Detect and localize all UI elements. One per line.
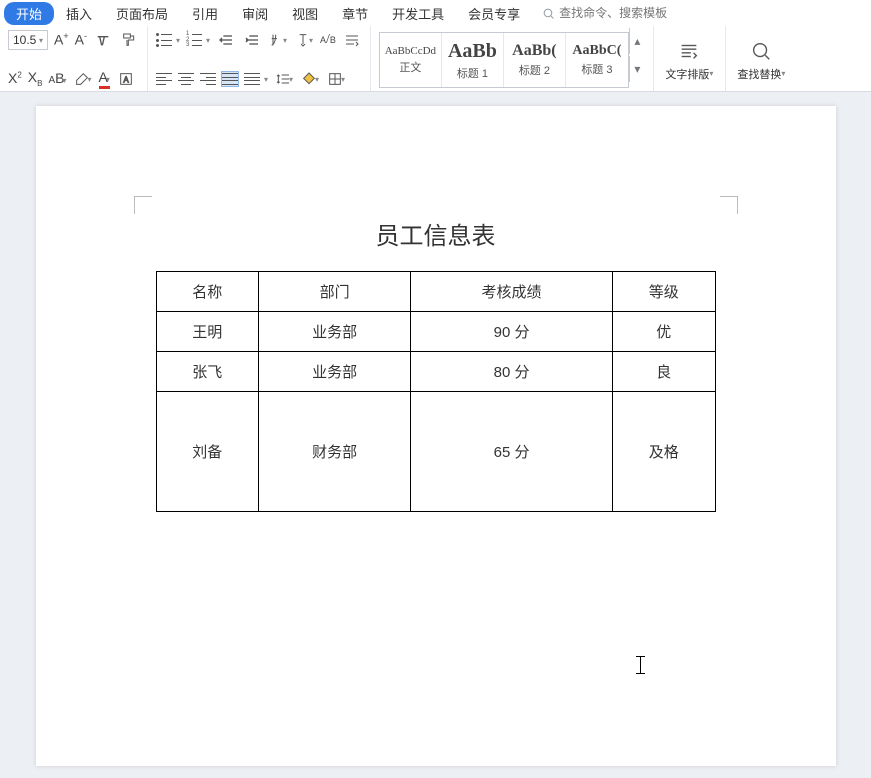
font-size-value: 10.5 bbox=[13, 33, 36, 47]
document-title[interactable]: 员工信息表 bbox=[136, 216, 736, 251]
table-cell[interactable]: 张飞 bbox=[156, 352, 259, 392]
search-box[interactable] bbox=[542, 6, 699, 20]
shading-button[interactable]: ▾ bbox=[300, 69, 320, 89]
table-row[interactable]: 张飞 业务部 80 分 良 bbox=[156, 352, 715, 392]
margin-corner-tr bbox=[720, 196, 738, 214]
subscript-button[interactable]: XB bbox=[28, 70, 43, 88]
highlight-button[interactable]: ▾ bbox=[73, 69, 93, 89]
table-cell[interactable]: 财务部 bbox=[259, 392, 411, 512]
margin-corner-tl bbox=[134, 196, 152, 214]
table-cell[interactable]: 优 bbox=[612, 312, 715, 352]
table-header-cell[interactable]: 部门 bbox=[259, 272, 411, 312]
chevron-down-icon: ▾ bbox=[176, 36, 180, 45]
style-normal[interactable]: AaBbCcDd 正文 bbox=[380, 33, 442, 87]
tab-insert[interactable]: 插入 bbox=[54, 1, 104, 26]
align-justify-button[interactable] bbox=[222, 72, 238, 86]
tab-view[interactable]: 视图 bbox=[280, 1, 330, 26]
font-color-button[interactable]: A▾ bbox=[99, 70, 110, 89]
chevron-down-icon: ▾ bbox=[781, 69, 785, 78]
table-row[interactable]: 刘备 财务部 65 分 及格 bbox=[156, 392, 715, 512]
chevron-down-icon: ▾ bbox=[39, 36, 43, 45]
tab-chapter[interactable]: 章节 bbox=[330, 1, 380, 26]
number-list-button[interactable]: 123 bbox=[186, 33, 202, 47]
tab-reference[interactable]: 引用 bbox=[180, 1, 230, 26]
table-header-row[interactable]: 名称 部门 考核成绩 等级 bbox=[156, 272, 715, 312]
find-group: 查找替换▾ bbox=[726, 26, 797, 91]
table-row[interactable]: 王明 业务部 90 分 优 bbox=[156, 312, 715, 352]
align-distribute-button[interactable] bbox=[244, 72, 260, 86]
text-layout-button[interactable]: 文字排版▾ bbox=[662, 38, 717, 82]
document-canvas[interactable]: 员工信息表 名称 部门 考核成绩 等级 王明 业务部 90 分 优 张飞 业务部… bbox=[0, 92, 871, 778]
table-cell[interactable]: 业务部 bbox=[259, 312, 411, 352]
format-painter-button[interactable] bbox=[119, 30, 139, 50]
search-icon bbox=[542, 7, 555, 20]
chevron-down-icon: ▾ bbox=[206, 36, 210, 45]
font-group: 10.5 ▾ A+ A- X2 XB AB▾ ▾ A▾ A bbox=[0, 26, 148, 91]
font-size-selector[interactable]: 10.5 ▾ bbox=[8, 30, 48, 50]
document-page[interactable]: 员工信息表 名称 部门 考核成绩 等级 王明 业务部 90 分 优 张飞 业务部… bbox=[36, 106, 836, 766]
style-gallery-more-button[interactable]: ▾ bbox=[629, 56, 645, 82]
shrink-font-button[interactable]: A- bbox=[75, 32, 87, 49]
align-right-button[interactable] bbox=[200, 72, 216, 86]
search-input[interactable] bbox=[559, 6, 699, 20]
superscript-button[interactable]: X2 bbox=[8, 71, 22, 87]
character-border-button[interactable]: A bbox=[116, 69, 136, 89]
table-cell[interactable]: 及格 bbox=[612, 392, 715, 512]
table-cell[interactable]: 80 分 bbox=[411, 352, 613, 392]
text-layout-group: 文字排版▾ bbox=[654, 26, 726, 91]
employee-table[interactable]: 名称 部门 考核成绩 等级 王明 业务部 90 分 优 张飞 业务部 80 分 … bbox=[156, 271, 716, 512]
find-replace-button[interactable]: 查找替换▾ bbox=[734, 38, 789, 82]
line-spacing-button[interactable]: ▾ bbox=[274, 69, 294, 89]
paragraph-dialog-button[interactable] bbox=[342, 30, 362, 50]
tab-member[interactable]: 会员专享 bbox=[456, 1, 532, 26]
align-left-button[interactable] bbox=[156, 72, 172, 86]
table-header-cell[interactable]: 考核成绩 bbox=[411, 272, 613, 312]
paragraph-group: ▾ 123 ▾ ▾ ▾ A/B ▾ ▾ ▾ ▾ bbox=[148, 26, 371, 91]
style-heading3[interactable]: AaBbC( 标题 3 bbox=[566, 33, 628, 87]
table-cell[interactable]: 刘备 bbox=[156, 392, 259, 512]
table-header-cell[interactable]: 名称 bbox=[156, 272, 259, 312]
asian-layout-button[interactable]: ▾ bbox=[268, 30, 288, 50]
style-gallery-scroller: ▴ ▾ bbox=[629, 28, 645, 82]
table-cell[interactable]: 65 分 bbox=[411, 392, 613, 512]
tab-devtools[interactable]: 开发工具 bbox=[380, 1, 456, 26]
tab-home[interactable]: 开始 bbox=[4, 2, 54, 25]
tab-review[interactable]: 审阅 bbox=[230, 1, 280, 26]
borders-button[interactable]: ▾ bbox=[326, 69, 346, 89]
clear-format-button[interactable] bbox=[93, 30, 113, 50]
chevron-down-icon: ▾ bbox=[264, 75, 268, 84]
chevron-down-icon: ▾ bbox=[709, 69, 713, 78]
grow-font-button[interactable]: A+ bbox=[54, 32, 69, 49]
change-case-button[interactable]: AB▾ bbox=[48, 71, 66, 87]
table-cell[interactable]: 90 分 bbox=[411, 312, 613, 352]
table-header-cell[interactable]: 等级 bbox=[612, 272, 715, 312]
magnifier-icon bbox=[750, 40, 772, 62]
style-heading1[interactable]: AaBb 标题 1 bbox=[442, 33, 504, 87]
style-gallery-up-button[interactable]: ▴ bbox=[629, 28, 645, 54]
align-center-button[interactable] bbox=[178, 72, 194, 86]
decrease-indent-button[interactable] bbox=[216, 30, 236, 50]
svg-text:A: A bbox=[123, 75, 129, 84]
bullet-list-button[interactable] bbox=[156, 33, 172, 47]
style-heading2[interactable]: AaBb( 标题 2 bbox=[504, 33, 566, 87]
styles-group: AaBbCcDd 正文 AaBb 标题 1 AaBb( 标题 2 AaBbC( … bbox=[371, 26, 654, 91]
table-cell[interactable]: 良 bbox=[612, 352, 715, 392]
increase-indent-button[interactable] bbox=[242, 30, 262, 50]
ribbon-toolbar: 10.5 ▾ A+ A- X2 XB AB▾ ▾ A▾ A ▾ 123 ▾ ▾ ▾… bbox=[0, 26, 871, 92]
text-caret-icon bbox=[636, 656, 637, 676]
tab-page-layout[interactable]: 页面布局 bbox=[104, 1, 180, 26]
table-cell[interactable]: 王明 bbox=[156, 312, 259, 352]
style-gallery: AaBbCcDd 正文 AaBb 标题 1 AaBb( 标题 2 AaBbC( … bbox=[379, 32, 629, 88]
table-cell[interactable]: 业务部 bbox=[259, 352, 411, 392]
ribbon-tabs: 开始 插入 页面布局 引用 审阅 视图 章节 开发工具 会员专享 bbox=[0, 0, 871, 26]
text-layout-icon bbox=[678, 40, 700, 62]
text-direction-button[interactable]: ▾ bbox=[294, 30, 314, 50]
phonetic-button[interactable]: A/B bbox=[320, 33, 336, 47]
